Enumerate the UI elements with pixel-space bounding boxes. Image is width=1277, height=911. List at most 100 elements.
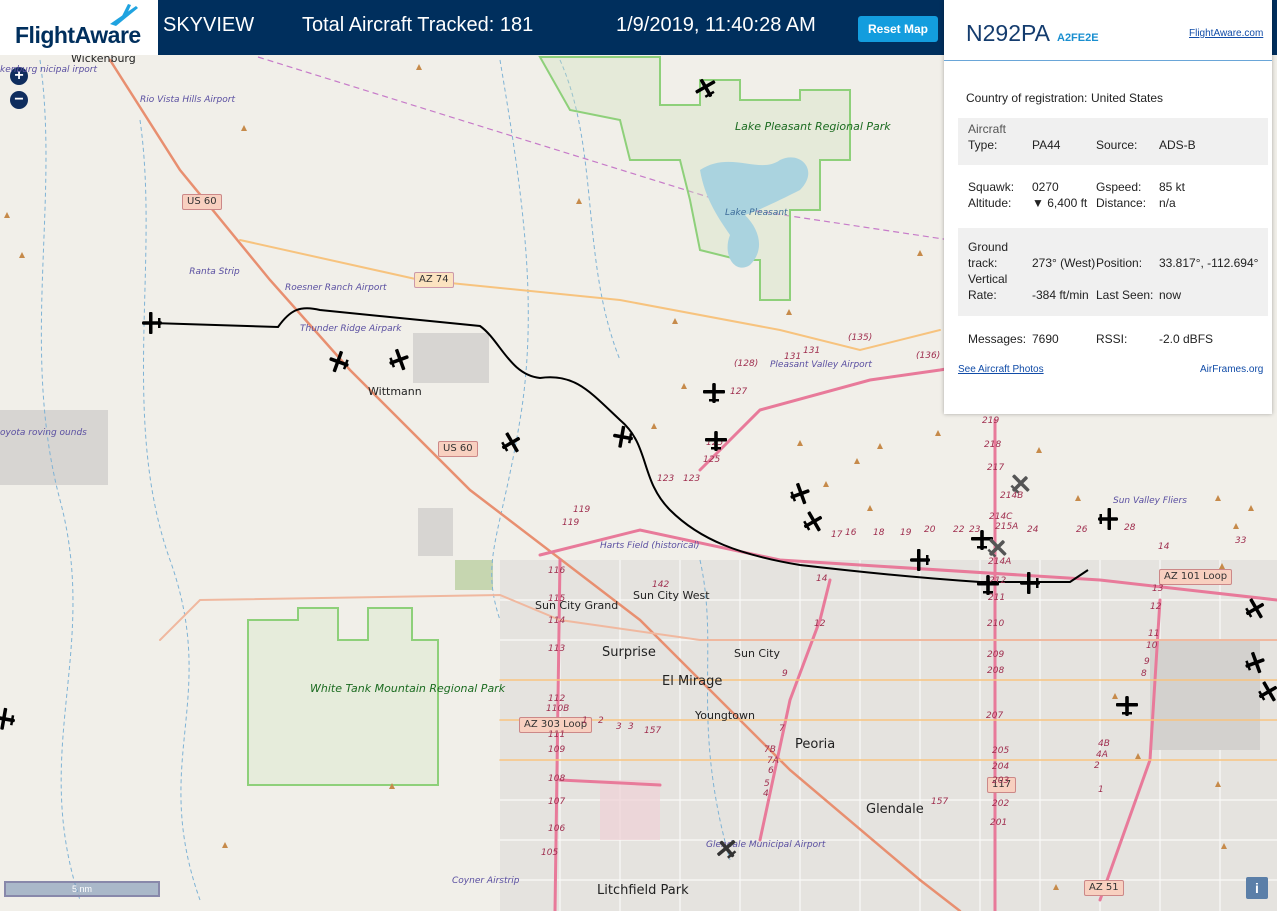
exit-label: 210 <box>987 619 1005 629</box>
aircraft-icon[interactable] <box>610 424 636 450</box>
place-sun-city-west: Sun City West <box>633 589 710 602</box>
place-peoria: Peoria <box>795 737 836 752</box>
aircraft-icon[interactable] <box>1242 596 1268 622</box>
distance-value: n/a <box>1159 196 1176 210</box>
exit-label: 116 <box>548 566 566 576</box>
aircraft-icon[interactable] <box>787 481 813 507</box>
aircraft-icon[interactable] <box>800 509 826 535</box>
source-value: ADS-B <box>1159 138 1196 152</box>
exit-label: (128) <box>734 359 759 369</box>
aircraft-type-row: Aircraft Type: PA44 Source: ADS-B <box>958 118 1268 165</box>
aircraft-icon[interactable] <box>139 310 165 336</box>
exit-label: 14 <box>1158 542 1170 552</box>
place-youngtown: Youngtown <box>695 709 755 722</box>
exit-label: 125 <box>703 455 721 465</box>
exit-label: 112 <box>548 694 566 704</box>
exit-label: 5 <box>764 779 770 789</box>
aircraft-icon[interactable] <box>714 836 740 862</box>
aircraft-icon[interactable] <box>1242 650 1268 676</box>
source-label: Source: <box>1096 138 1138 152</box>
aircraft-icon[interactable] <box>1095 506 1121 532</box>
ground-track-label-l2: track: <box>968 256 998 270</box>
panel-divider <box>944 60 1272 61</box>
shield-us60-north: US 60 <box>182 194 222 210</box>
exit-label: 14 <box>816 574 828 584</box>
flightaware-logo[interactable]: FlightAware <box>0 0 158 55</box>
exit-label: 218 <box>984 440 1002 450</box>
messages-row: Messages: 7690 RSSI: -2.0 dBFS <box>958 328 1268 350</box>
rssi-value: -2.0 dBFS <box>1159 332 1214 346</box>
exit-label: 207 <box>986 711 1004 721</box>
exit-label: 7A <box>767 756 779 766</box>
airport-ranta: Ranta Strip <box>189 267 240 277</box>
aircraft-icon[interactable] <box>1007 471 1033 497</box>
aircraft-type-label-l1: Aircraft <box>968 122 1007 136</box>
aircraft-icon[interactable] <box>1255 679 1277 705</box>
aircraft-info-panel: N292PA A2FE2E FlightAware.com Country of… <box>944 0 1272 414</box>
aircraft-icon[interactable] <box>701 380 727 406</box>
aircraft-tracked-count: Total Aircraft Tracked: 181 <box>302 14 534 36</box>
exit-label: 33 <box>1235 536 1247 546</box>
airport-rio-vista: Rio Vista Hills Airport <box>140 95 235 105</box>
exit-label: 131 <box>803 346 821 356</box>
aircraft-icon[interactable] <box>907 547 933 573</box>
gspeed-label: Gspeed: <box>1096 180 1142 194</box>
reset-map-button[interactable]: Reset Map <box>858 16 938 42</box>
exit-label: 108 <box>548 774 566 784</box>
aircraft-icon[interactable] <box>1017 570 1043 596</box>
exit-label: 10 <box>1146 641 1158 651</box>
exit-label: 123 <box>683 474 701 484</box>
zoom-out-button[interactable]: − <box>10 91 28 109</box>
aircraft-icon[interactable] <box>984 535 1010 561</box>
shield-us60-south: US 60 <box>438 441 478 457</box>
exit-label: 127 <box>730 387 748 397</box>
airport-coyner: Coyner Airstrip <box>452 876 520 886</box>
exit-label: 201 <box>990 818 1008 828</box>
exit-label: 9 <box>1144 657 1150 667</box>
exit-label: 22 <box>953 525 965 535</box>
exit-label: 9 <box>782 669 788 679</box>
exit-label: 157 <box>931 797 949 807</box>
see-aircraft-photos-link[interactable]: See Aircraft Photos <box>958 364 1044 375</box>
exit-label: 4B <box>1098 739 1110 749</box>
vertical-rate-label-l2: Rate: <box>968 288 997 302</box>
exit-label: 217 <box>987 463 1005 473</box>
place-wittmann: Wittmann <box>368 385 422 398</box>
messages-value: 7690 <box>1032 332 1059 346</box>
exit-label: 20 <box>924 525 936 535</box>
aircraft-icon[interactable] <box>703 428 729 454</box>
shield-az74: AZ 74 <box>414 272 454 288</box>
park-white-tank: White Tank Mountain Regional Park <box>310 682 506 695</box>
place-el-mirage: El Mirage <box>662 674 723 689</box>
exit-label: 7 <box>779 724 785 734</box>
exit-label: 107 <box>548 797 566 807</box>
aircraft-icon[interactable] <box>693 75 719 101</box>
exit-label: 157 <box>644 726 662 736</box>
park-lake-pleasant: Lake Pleasant Regional Park <box>735 120 891 133</box>
position-value: 33.817°, -112.694° <box>1159 256 1259 270</box>
flightaware-link[interactable]: FlightAware.com <box>1189 28 1263 39</box>
exit-label: 4 <box>763 789 769 799</box>
exit-label: 208 <box>987 666 1005 676</box>
squawk-label: Squawk: <box>968 180 1015 194</box>
exit-label: 113 <box>548 644 566 654</box>
ground-track-value: 273° (West) <box>1032 256 1096 270</box>
airframes-link[interactable]: AirFrames.org <box>1200 364 1263 375</box>
exit-label: 202 <box>992 799 1010 809</box>
country-value: United States <box>1091 91 1164 105</box>
aircraft-icon[interactable] <box>1114 693 1140 719</box>
info-button[interactable]: i <box>1246 877 1268 899</box>
aircraft-hex: A2FE2E <box>1057 32 1099 44</box>
exit-label: 106 <box>548 824 566 834</box>
exit-label: 105 <box>541 848 559 858</box>
aircraft-icon[interactable] <box>386 347 412 373</box>
aircraft-icon[interactable] <box>975 572 1001 598</box>
place-wickenburg: Wickenburg <box>71 55 136 65</box>
exit-label: 11 <box>1148 629 1160 639</box>
aircraft-icon[interactable] <box>326 349 352 375</box>
aircraft-icon[interactable] <box>0 706 18 732</box>
exit-label: 7B <box>764 745 776 755</box>
exit-label: 24 <box>1027 525 1039 535</box>
aircraft-icon[interactable] <box>498 430 524 456</box>
logo-text: FlightAware <box>15 22 141 48</box>
